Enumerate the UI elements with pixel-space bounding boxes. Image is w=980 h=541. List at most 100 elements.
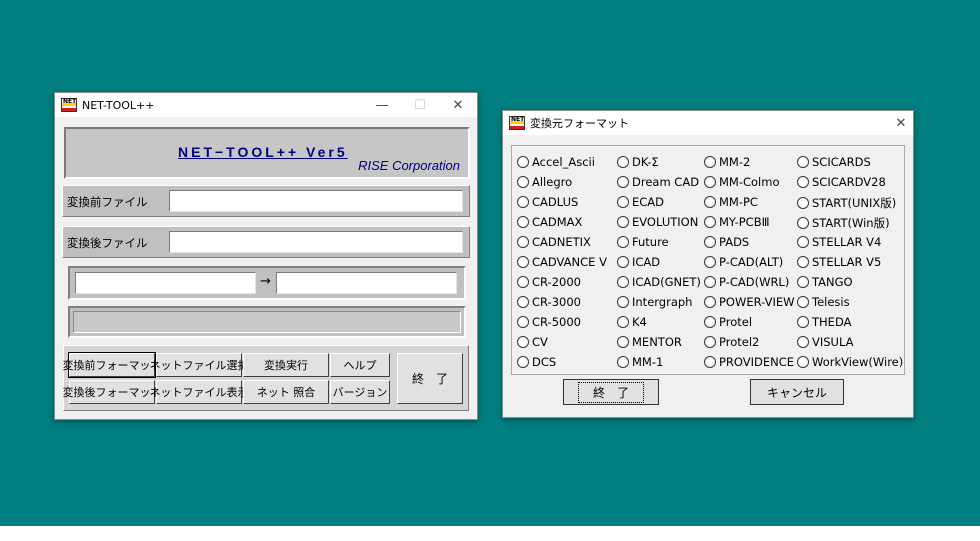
radio-circle-icon[interactable]	[704, 196, 716, 208]
format-radio[interactable]: CR-3000	[517, 295, 581, 309]
format-radio[interactable]: CADMAX	[517, 215, 582, 229]
radio-circle-icon[interactable]	[704, 336, 716, 348]
radio-circle-icon[interactable]	[797, 336, 809, 348]
cancel-button[interactable]: キャンセル	[750, 379, 844, 405]
format-radio[interactable]: CADVANCE V	[517, 255, 607, 269]
radio-circle-icon[interactable]	[617, 356, 629, 368]
format-radio[interactable]: MM-1	[617, 355, 663, 369]
help-button[interactable]: ヘルプ	[330, 353, 390, 377]
format-radio[interactable]: CR-2000	[517, 275, 581, 289]
radio-circle-icon[interactable]	[704, 236, 716, 248]
ok-button[interactable]: 終 了	[563, 379, 659, 405]
format-radio[interactable]: Future	[617, 235, 669, 249]
radio-circle-icon[interactable]	[517, 156, 529, 168]
radio-circle-icon[interactable]	[797, 316, 809, 328]
format-radio[interactable]: STELLAR V5	[797, 255, 881, 269]
radio-circle-icon[interactable]	[617, 296, 629, 308]
format-radio[interactable]: Protel	[704, 315, 752, 329]
radio-circle-icon[interactable]	[704, 176, 716, 188]
format-radio[interactable]: CADNETIX	[517, 235, 591, 249]
radio-circle-icon[interactable]	[617, 256, 629, 268]
radio-circle-icon[interactable]	[797, 176, 809, 188]
format-radio[interactable]: MY-PCBⅢ	[704, 215, 770, 229]
netfile-select-button[interactable]: ネットファイル選択	[150, 353, 249, 377]
format-radio[interactable]: EVOLUTION	[617, 215, 698, 229]
format-radio[interactable]: Telesis	[797, 295, 850, 309]
radio-circle-icon[interactable]	[617, 276, 629, 288]
format-radio[interactable]: MM-2	[704, 155, 750, 169]
radio-circle-icon[interactable]	[797, 356, 809, 368]
radio-circle-icon[interactable]	[797, 197, 809, 209]
format-radio[interactable]: MENTOR	[617, 335, 682, 349]
format-radio[interactable]: P-CAD(ALT)	[704, 255, 783, 269]
radio-circle-icon[interactable]	[797, 296, 809, 308]
dest-file-input[interactable]	[169, 231, 463, 253]
format-radio[interactable]: ICAD	[617, 255, 660, 269]
format-radio[interactable]: CV	[517, 335, 548, 349]
radio-circle-icon[interactable]	[704, 256, 716, 268]
radio-circle-icon[interactable]	[617, 216, 629, 228]
radio-circle-icon[interactable]	[617, 196, 629, 208]
radio-circle-icon[interactable]	[617, 176, 629, 188]
radio-circle-icon[interactable]	[617, 156, 629, 168]
format-radio[interactable]: MM-Colmo	[704, 175, 780, 189]
radio-circle-icon[interactable]	[704, 156, 716, 168]
route-from-field[interactable]	[75, 272, 256, 294]
radio-circle-icon[interactable]	[517, 236, 529, 248]
radio-circle-icon[interactable]	[797, 256, 809, 268]
radio-circle-icon[interactable]	[517, 296, 529, 308]
radio-circle-icon[interactable]	[617, 316, 629, 328]
format-radio[interactable]: P-CAD(WRL)	[704, 275, 789, 289]
format-radio[interactable]: SCICARDS	[797, 155, 871, 169]
radio-circle-icon[interactable]	[704, 356, 716, 368]
radio-circle-icon[interactable]	[517, 196, 529, 208]
execute-button[interactable]: 変換実行	[243, 353, 329, 377]
radio-circle-icon[interactable]	[517, 316, 529, 328]
close-icon[interactable]: ✕	[889, 111, 913, 135]
format-radio[interactable]: ICAD(GNET)	[617, 275, 701, 289]
format-radio[interactable]: POWER-VIEW	[704, 295, 795, 309]
netfile-show-button[interactable]: ネットファイル表示	[150, 380, 249, 404]
format-radio[interactable]: CADLUS	[517, 195, 578, 209]
radio-circle-icon[interactable]	[704, 316, 716, 328]
format-radio[interactable]: PROVIDENCE	[704, 355, 794, 369]
radio-circle-icon[interactable]	[797, 236, 809, 248]
radio-circle-icon[interactable]	[517, 216, 529, 228]
exit-button[interactable]: 終 了	[397, 353, 463, 404]
format-radio[interactable]: ECAD	[617, 195, 664, 209]
net-compare-button[interactable]: ネット 照合	[243, 380, 329, 404]
format-radio[interactable]: Protel2	[704, 335, 759, 349]
format-radio[interactable]: START(UNIX版)	[797, 195, 896, 211]
format-radio[interactable]: PADS	[704, 235, 749, 249]
format-radio[interactable]: VISULA	[797, 335, 854, 349]
radio-circle-icon[interactable]	[797, 217, 809, 229]
format-radio[interactable]: CR-5000	[517, 315, 581, 329]
minimize-icon[interactable]: —	[363, 93, 401, 117]
format-radio[interactable]: WorkView(Wire)	[797, 355, 903, 369]
format-radio[interactable]: DK-Σ	[617, 155, 659, 169]
radio-circle-icon[interactable]	[517, 256, 529, 268]
source-file-input[interactable]	[169, 190, 463, 212]
maximize-icon[interactable]: ☐	[401, 93, 439, 117]
format-radio[interactable]: STELLAR V4	[797, 235, 881, 249]
format-radio[interactable]: START(Win版)	[797, 215, 890, 231]
radio-circle-icon[interactable]	[517, 356, 529, 368]
radio-circle-icon[interactable]	[704, 276, 716, 288]
format-radio[interactable]: Dream CAD	[617, 175, 699, 189]
radio-circle-icon[interactable]	[517, 336, 529, 348]
format-radio[interactable]: MM-PC	[704, 195, 758, 209]
radio-circle-icon[interactable]	[517, 276, 529, 288]
version-button[interactable]: バージョン	[330, 380, 390, 404]
format-radio[interactable]: Accel_Ascii	[517, 155, 595, 169]
dest-format-button[interactable]: 変換後フォーマット	[63, 380, 162, 404]
format-radio[interactable]: SCICARDV28	[797, 175, 886, 189]
radio-circle-icon[interactable]	[704, 216, 716, 228]
format-radio[interactable]: Allegro	[517, 175, 572, 189]
radio-circle-icon[interactable]	[704, 296, 716, 308]
radio-circle-icon[interactable]	[517, 176, 529, 188]
close-icon[interactable]: ✕	[439, 93, 477, 117]
radio-circle-icon[interactable]	[797, 156, 809, 168]
format-radio[interactable]: Intergraph	[617, 295, 692, 309]
route-to-field[interactable]	[276, 272, 457, 294]
source-format-button[interactable]: 変換前フォーマット	[63, 352, 162, 378]
